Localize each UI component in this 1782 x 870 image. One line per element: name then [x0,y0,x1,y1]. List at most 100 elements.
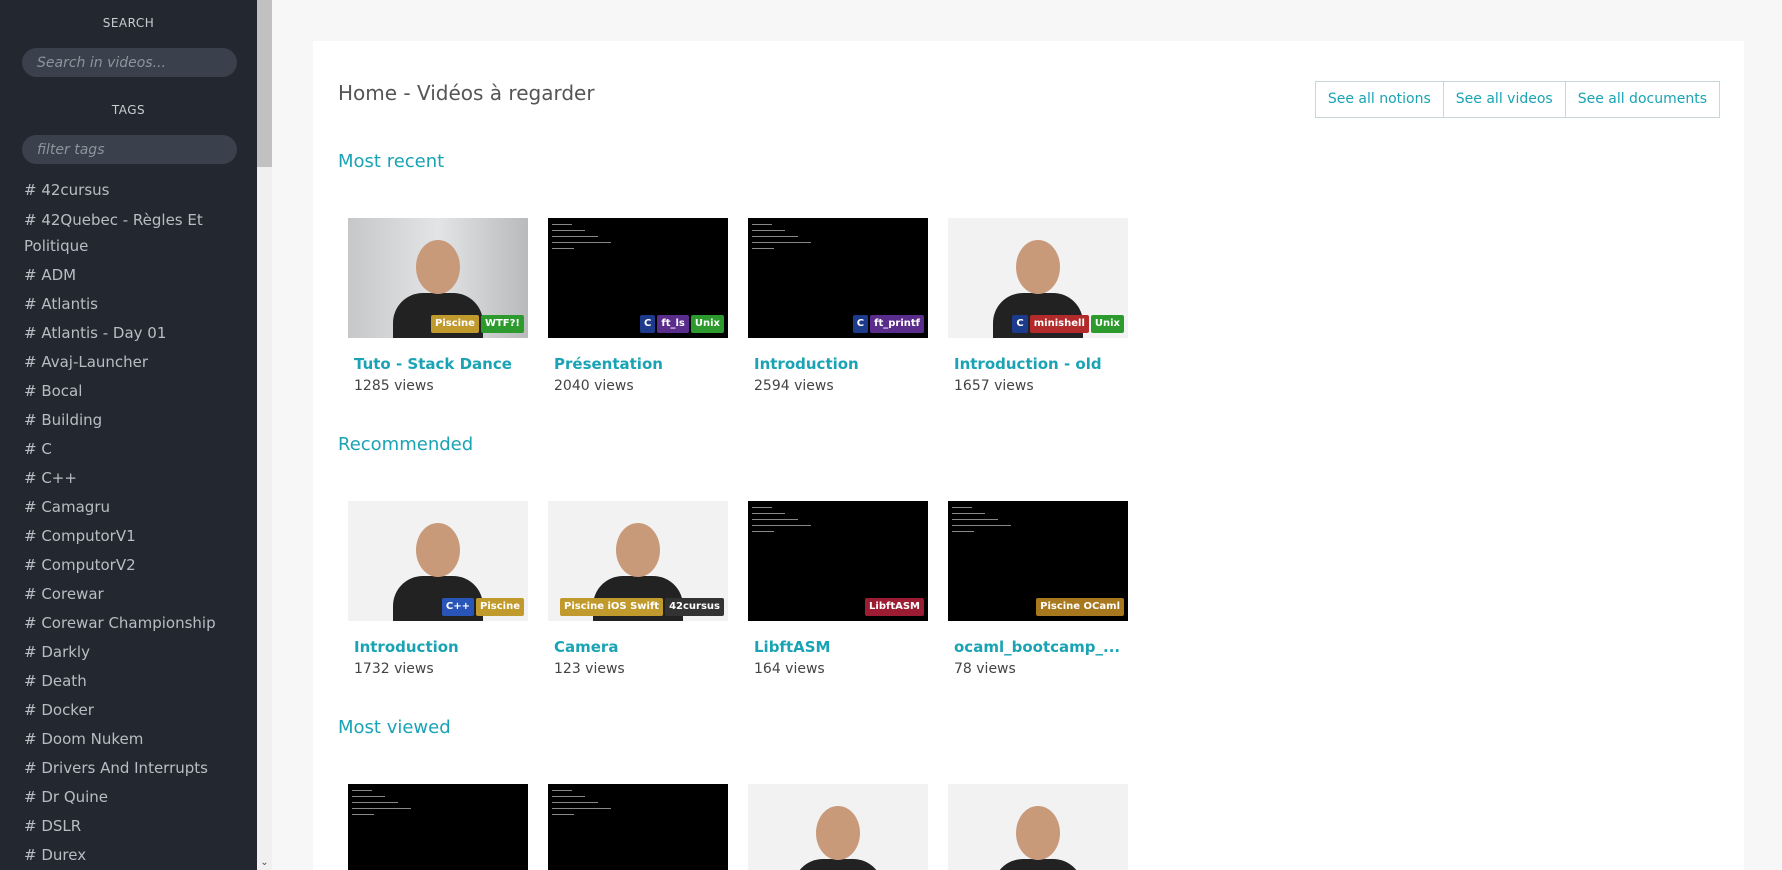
video-title[interactable]: Introduction [354,638,528,656]
video-row-most-recent: Piscine WTF?! Tuto - Stack Dance 1285 views… [348,218,1128,394]
tag-item[interactable]: # Doom Nukem [24,725,229,754]
tag-badge[interactable]: Unix [690,315,724,333]
video-card[interactable] [548,784,728,870]
section-title-most-recent[interactable]: Most recent [338,151,444,172]
video-title[interactable]: Introduction [754,355,928,373]
video-card[interactable]: Cft_printf Introduction 2594 views [748,218,928,394]
section-title-most-viewed[interactable]: Most viewed [338,717,451,738]
tag-badge[interactable]: ft_ls [657,315,689,333]
video-thumbnail[interactable]: C++ Piscine [348,501,528,621]
video-thumbnail[interactable]: Piscine iOS Swift 42cursus [548,501,728,621]
tag-item[interactable]: # DSLR [24,812,229,841]
tag-item[interactable]: # Camagru [24,493,229,522]
tag-badge[interactable]: Piscine [430,315,479,333]
tag-item[interactable]: # Atlantis [24,290,229,319]
tag-badges: Cft_ls Unix [640,315,724,333]
tags-heading: TAGS [111,103,146,117]
tag-item[interactable]: # Atlantis - Day 01 [24,319,229,348]
tag-item[interactable]: # Bocal [24,377,229,406]
video-card[interactable]: Cminishell Unix Introduction - old 1657 vie… [948,218,1128,394]
tag-badges: Piscine OCaml [1036,598,1124,616]
tag-badge[interactable]: Piscine [476,598,524,616]
tag-item[interactable]: # Building [24,406,229,435]
video-title[interactable]: ocaml_bootcamp_... [954,638,1128,656]
tag-badges: Cminishell Unix [1012,315,1124,333]
filter-tags-input[interactable] [22,135,237,164]
sidebar: SEARCH TAGS # 42cursus# 42Quebec - Règle… [0,0,257,870]
video-views: 78 views [954,661,1016,677]
video-title[interactable]: Camera [554,638,728,656]
tag-item[interactable]: # C++ [24,464,229,493]
video-views: 123 views [554,661,625,677]
sidebar-scrollbar[interactable]: ⌄ [257,0,272,870]
tag-item[interactable]: # Docker [24,696,229,725]
video-card[interactable]: Cft_ls Unix Présentation 2040 views [548,218,728,394]
tag-badge[interactable]: LibftASM [865,598,924,616]
video-card[interactable] [348,784,528,870]
tag-badge[interactable]: minishell [1029,315,1089,333]
tag-item[interactable]: # Corewar [24,580,229,609]
tag-badge[interactable]: WTF?! [480,315,524,333]
video-thumbnail[interactable]: Piscine OCaml [948,501,1128,621]
video-thumbnail[interactable]: Piscine WTF?! [348,218,528,338]
video-views: 2594 views [754,378,834,394]
tag-badge[interactable]: C [640,315,656,333]
tag-badge[interactable]: Piscine OCaml [1036,598,1124,616]
tag-badges: LibftASM [865,598,924,616]
tag-badge[interactable]: C [1012,315,1028,333]
tag-item[interactable]: # 42cursus [24,176,229,205]
video-thumbnail[interactable] [548,784,728,870]
video-card[interactable] [748,784,928,870]
tag-item[interactable]: # C [24,435,229,464]
video-thumbnail[interactable]: Cft_printf [748,218,928,338]
see-all-documents-button[interactable]: See all documents [1564,82,1719,117]
tag-item[interactable]: # ADM [24,261,229,290]
video-title[interactable]: Tuto - Stack Dance [354,355,528,373]
tag-item[interactable]: # Dr Quine [24,783,229,812]
video-thumbnail[interactable] [348,784,528,870]
search-heading: SEARCH [102,16,155,30]
tag-item[interactable]: # Death [24,667,229,696]
tag-badge[interactable]: C [852,315,869,333]
tag-item[interactable]: # Durex [24,841,229,870]
video-card[interactable]: LibftASM LibftASM 164 views [748,501,928,677]
tag-badge[interactable]: 42cursus [665,598,724,616]
tag-item[interactable]: # Corewar Championship [24,609,229,638]
search-input[interactable] [22,48,237,77]
video-card[interactable]: Piscine iOS Swift 42cursus Camera 123 views [548,501,728,677]
tag-badge[interactable]: C++ [441,598,475,616]
video-title[interactable]: Présentation [554,355,728,373]
tag-item[interactable]: # Darkly [24,638,229,667]
video-thumbnail[interactable]: Cminishell Unix [948,218,1128,338]
video-thumbnail[interactable] [748,784,928,870]
tag-item[interactable]: # Drivers And Interrupts [24,754,229,783]
video-views: 1732 views [354,661,434,677]
video-row-recommended: C++ Piscine Introduction 1732 views Piscine … [348,501,1128,677]
see-all-videos-button[interactable]: See all videos [1442,82,1565,117]
video-thumbnail[interactable] [948,784,1128,870]
video-card[interactable]: Piscine WTF?! Tuto - Stack Dance 1285 views [348,218,528,394]
video-title[interactable]: LibftASM [754,638,928,656]
scrollbar-thumb[interactable] [257,0,272,167]
tag-item[interactable]: # ComputorV1 [24,522,229,551]
video-title[interactable]: Introduction - old [954,355,1128,373]
video-thumbnail[interactable]: Cft_ls Unix [548,218,728,338]
tag-badges: Cft_printf [852,315,924,333]
tag-item[interactable]: # Avaj-Launcher [24,348,229,377]
tag-badge[interactable]: Piscine iOS Swift [560,598,664,616]
page-title: Home - Vidéos à regarder [338,81,595,105]
tag-badge[interactable]: Unix [1090,315,1124,333]
video-thumbnail[interactable]: LibftASM [748,501,928,621]
video-views: 1657 views [954,378,1034,394]
video-card[interactable]: Piscine OCaml ocaml_bootcamp_... 78 views [948,501,1128,677]
see-all-notions-button[interactable]: See all notions [1316,82,1443,117]
tag-badge[interactable]: ft_printf [870,315,924,333]
tag-item[interactable]: # ComputorV2 [24,551,229,580]
video-views: 1285 views [354,378,434,394]
video-card[interactable] [948,784,1128,870]
tag-item[interactable]: # 42Quebec - Règles Et Politique [24,205,229,261]
scroll-down-icon[interactable]: ⌄ [257,855,272,870]
tag-badges: Piscine iOS Swift 42cursus [560,598,724,616]
section-title-recommended[interactable]: Recommended [338,434,473,455]
video-card[interactable]: C++ Piscine Introduction 1732 views [348,501,528,677]
